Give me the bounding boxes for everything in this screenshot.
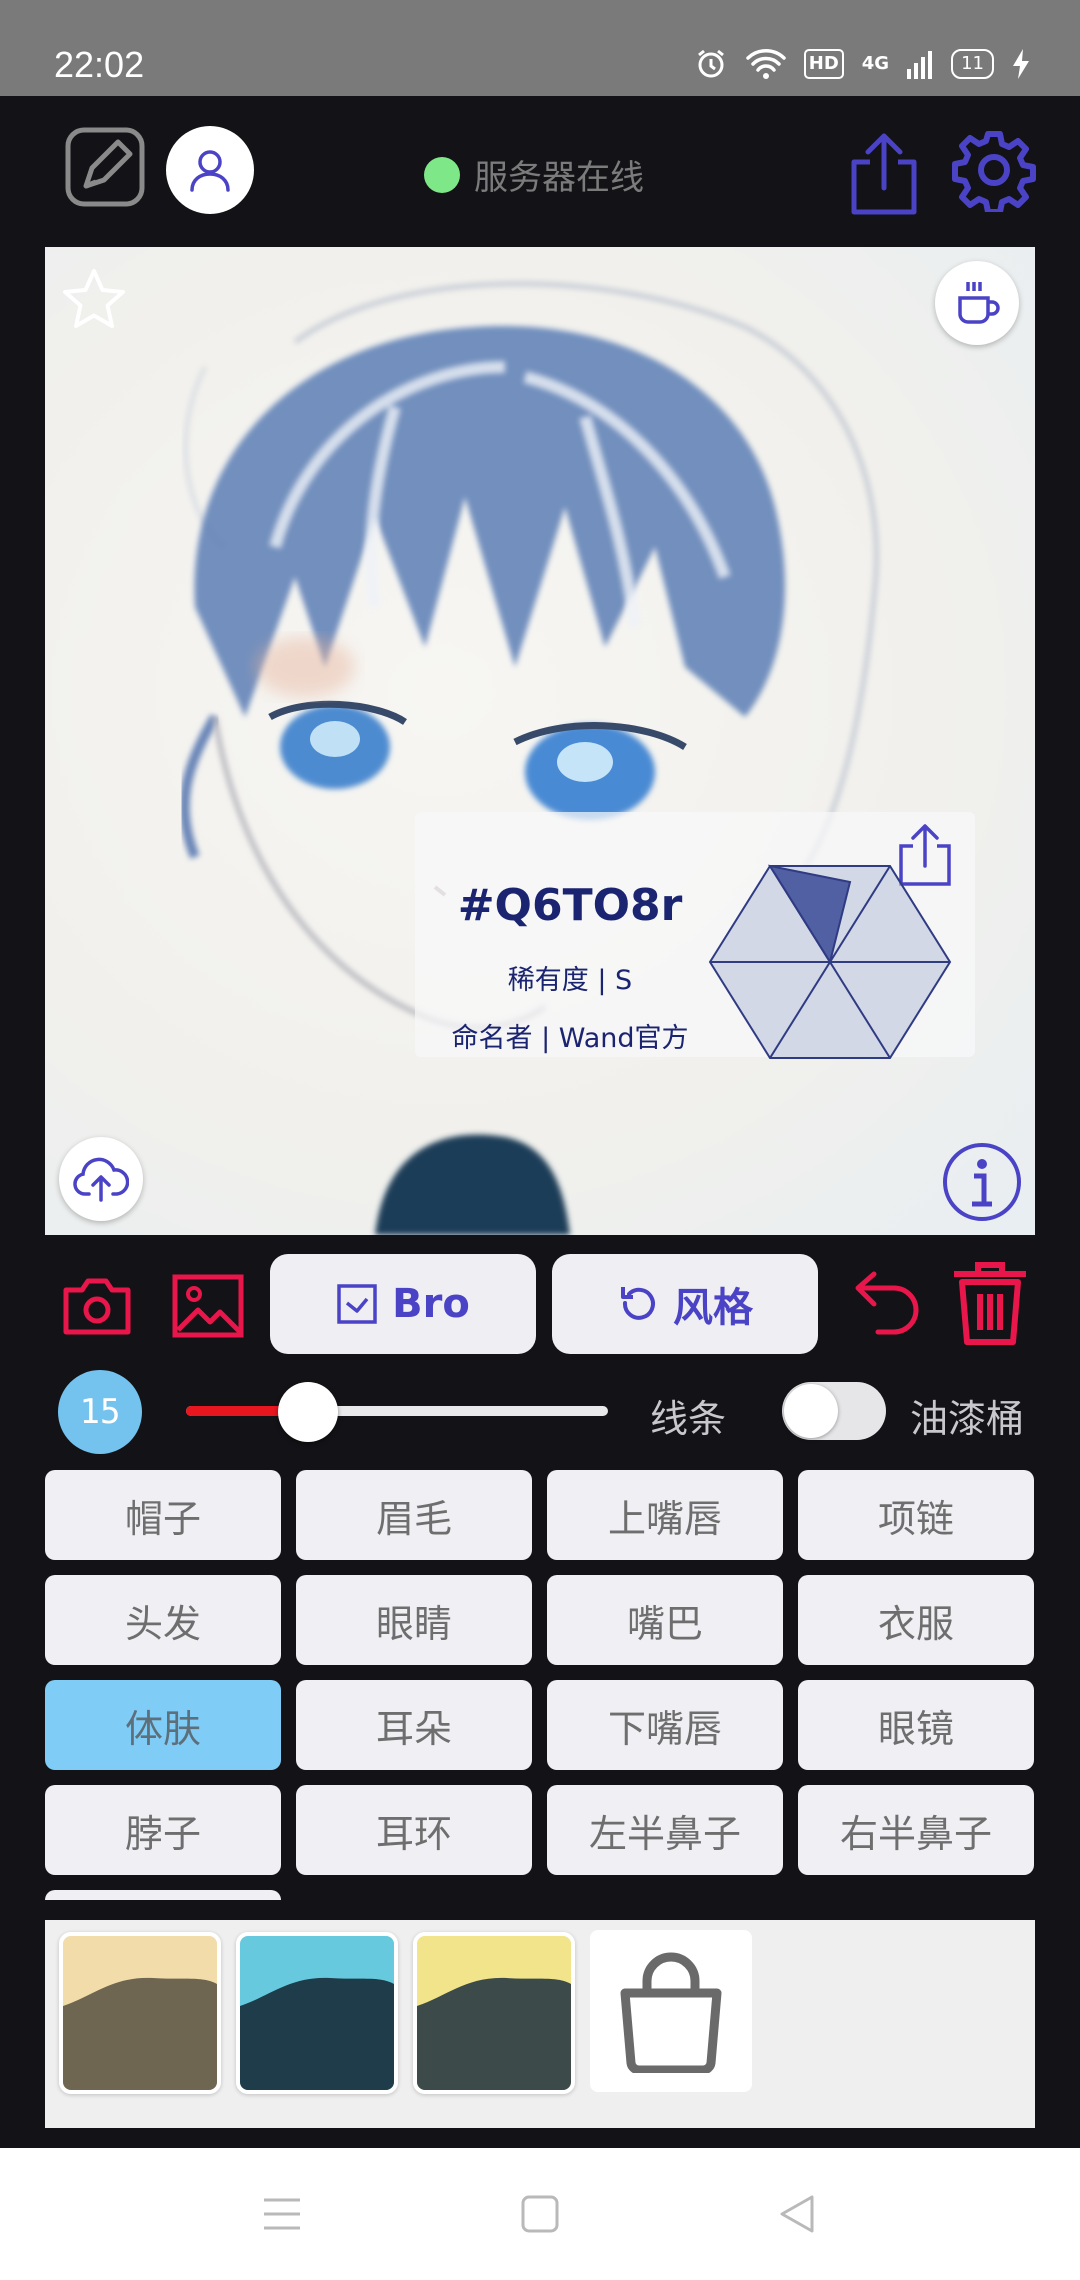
swatch-preview	[240, 1936, 394, 2090]
edit-button[interactable]	[64, 126, 146, 208]
image-icon	[172, 1274, 244, 1338]
model-select-label: Bro	[392, 1281, 470, 1327]
signal-icon	[907, 51, 933, 79]
line-mode-label: 线条	[650, 1397, 727, 1441]
character-namer: 命名者 | Wand官方	[451, 1023, 689, 1054]
part-button[interactable]: 脖子	[45, 1785, 281, 1875]
shop-button[interactable]	[590, 1930, 752, 2092]
part-button[interactable]: 眉毛	[296, 1470, 532, 1560]
palette-swatch[interactable]	[236, 1932, 398, 2094]
star-icon	[63, 269, 125, 328]
part-button[interactable]: 项链	[798, 1470, 1034, 1560]
delete-button[interactable]	[950, 1260, 1030, 1346]
part-button[interactable]: 眼镜	[798, 1680, 1034, 1770]
favorite-button[interactable]	[59, 265, 129, 335]
home-square-icon	[521, 2195, 559, 2233]
settings-button[interactable]	[952, 128, 1036, 215]
server-status-text: 服务器在线	[474, 158, 644, 198]
hexagon-stats-icon	[708, 864, 952, 1059]
style-label: 风格	[673, 1285, 753, 1331]
coffee-button[interactable]	[935, 261, 1019, 345]
style-button[interactable]: 风格	[552, 1254, 818, 1354]
battery-icon: 11	[951, 49, 994, 79]
gear-icon	[952, 131, 1036, 215]
part-button[interactable]: 耳朵	[296, 1680, 532, 1770]
cloud-upload-icon	[73, 1157, 129, 1202]
palette-swatch[interactable]	[413, 1932, 575, 2094]
back-triangle-icon	[780, 2195, 814, 2233]
part-button[interactable]: 体肤	[45, 1680, 281, 1770]
color-palette	[45, 1920, 1035, 2128]
model-select-button[interactable]: Bro	[270, 1254, 536, 1354]
status-time: 22:02	[54, 44, 145, 85]
anime-portrait-image	[179, 281, 879, 1235]
character-id: #Q6TO8r	[457, 880, 683, 931]
part-button[interactable]: 衣服	[798, 1575, 1034, 1665]
character-info-card: #Q6TO8r 稀有度 | S 命名者 | Wand官方	[415, 812, 975, 1059]
swatch-preview	[417, 1936, 571, 2090]
part-button[interactable]: 嘴巴	[547, 1575, 783, 1665]
part-button[interactable]: 上嘴唇	[547, 1470, 783, 1560]
part-button[interactable]: 左半鼻子	[547, 1785, 783, 1875]
nav-home-button[interactable]	[518, 2192, 562, 2236]
part-button[interactable]: 右半鼻子	[798, 1785, 1034, 1875]
menu-icon	[264, 2198, 300, 2230]
part-button[interactable]: 眼睛	[296, 1575, 532, 1665]
gallery-button[interactable]	[172, 1274, 244, 1338]
brush-size-badge: 15	[58, 1370, 142, 1454]
brush-size-slider-thumb[interactable]	[278, 1382, 339, 1442]
rotate-icon	[621, 1287, 655, 1320]
status-bar: 22:02 HD 4G 11	[0, 0, 1080, 96]
toggle-knob	[784, 1384, 838, 1438]
part-grid-overflow-edge	[45, 1890, 281, 1900]
part-button[interactable]: 头发	[45, 1575, 281, 1665]
nav-menu-button[interactable]	[260, 2192, 304, 2236]
nav-back-button[interactable]	[774, 2192, 818, 2236]
coffee-cup-icon	[958, 282, 1000, 324]
online-indicator	[424, 156, 460, 193]
camera-icon	[63, 1278, 131, 1335]
system-nav-bar	[0, 2148, 1080, 2280]
drawing-canvas[interactable]: #Q6TO8r 稀有度 | S 命名者 | Wand官方	[45, 247, 1035, 1235]
profile-button[interactable]	[166, 126, 254, 214]
paint-bucket-toggle[interactable]	[782, 1382, 886, 1440]
wifi-icon	[746, 49, 786, 79]
paint-bucket-label: 油漆桶	[910, 1397, 1025, 1441]
edit-icon	[65, 127, 145, 207]
top-toolbar: 服务器在线	[0, 96, 1080, 246]
swatch-preview	[63, 1936, 217, 2090]
info-button[interactable]	[940, 1140, 1024, 1224]
tool-row: Bro 风格	[0, 1236, 1080, 1366]
server-status: 服务器在线	[424, 150, 644, 199]
trash-icon	[954, 1262, 1026, 1345]
share-button[interactable]	[848, 132, 920, 216]
part-button[interactable]: 下嘴唇	[547, 1680, 783, 1770]
part-button[interactable]: 耳环	[296, 1785, 532, 1875]
camera-button[interactable]	[62, 1276, 132, 1336]
network-4g-label: 4G	[861, 53, 890, 74]
part-button[interactable]: 帽子	[45, 1470, 281, 1560]
alarm-icon	[697, 49, 724, 78]
undo-button[interactable]	[844, 1266, 924, 1346]
info-icon	[943, 1143, 1021, 1221]
share-icon	[851, 133, 917, 215]
undo-icon	[855, 1271, 919, 1335]
status-icons: HD 4G 11	[694, 44, 1030, 84]
shopping-bag-icon	[620, 1952, 722, 2073]
upload-button[interactable]	[59, 1137, 143, 1221]
user-icon	[190, 150, 230, 192]
charging-icon	[1013, 49, 1029, 79]
character-rarity: 稀有度 | S	[507, 965, 633, 996]
palette-swatch[interactable]	[59, 1932, 221, 2094]
hd-icon: HD	[803, 49, 844, 79]
checkbox-icon	[337, 1284, 377, 1324]
